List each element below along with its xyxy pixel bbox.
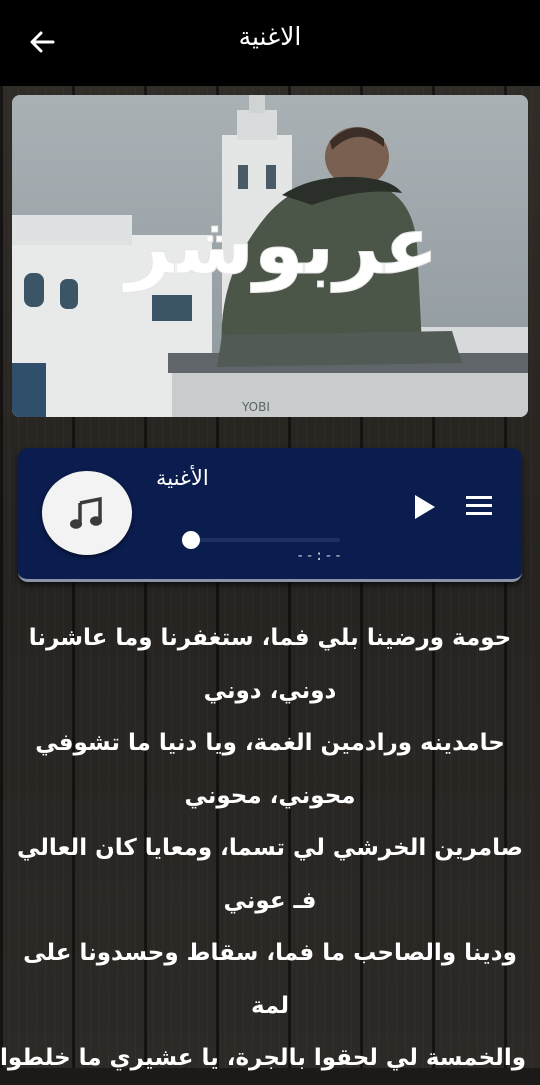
cover-title: عربوشر [121,199,438,293]
music-player: الأغنية --:-- [18,448,522,582]
lyric-line: ودينا والصاحب ما فما، سقاط وحسدونا على [23,940,517,966]
menu-icon [466,496,492,515]
lyrics-text: حومة ورضينا بلي فما، ستغفرنا وما عاشرنا … [0,612,526,1085]
lyric-line: محوني، محوني [184,782,356,809]
song-title: الأغنية [156,466,209,490]
page-title: الاغنية [238,22,302,51]
lyric-line: حامدينه ورادمين الغمة، ويا دنيا ما تشوفي [35,730,505,756]
album-cover: YOBI عربوشر [12,95,528,417]
lyric-line: لمة [250,992,289,1019]
lyric-line: صامرين الخرشي لي تسما، ومعايا كان العالي [17,835,523,861]
album-thumb [42,471,132,555]
play-button[interactable] [412,492,438,522]
seek-bar[interactable] [192,538,340,542]
lyric-line: حومة ورضينا بلي فما، ستغفرنا وما عاشرنا [28,625,512,651]
seek-thumb[interactable] [182,531,200,549]
cover-artwork: YOBI عربوشر [12,95,528,417]
playlist-menu-button[interactable] [464,494,494,518]
music-note-icon [70,496,102,529]
lyric-line: والخمسة لي لحقوا بالجرة، يا عشيري ما خلط… [0,1045,526,1071]
lyric-line: فـ عوني [223,887,317,914]
cover-corner-text: YOBI [241,400,270,414]
time-display: --:-- [296,548,344,564]
app-bar: الاغنية [0,0,540,86]
play-icon [415,495,435,519]
lyric-line: دوني، دوني [203,677,337,704]
